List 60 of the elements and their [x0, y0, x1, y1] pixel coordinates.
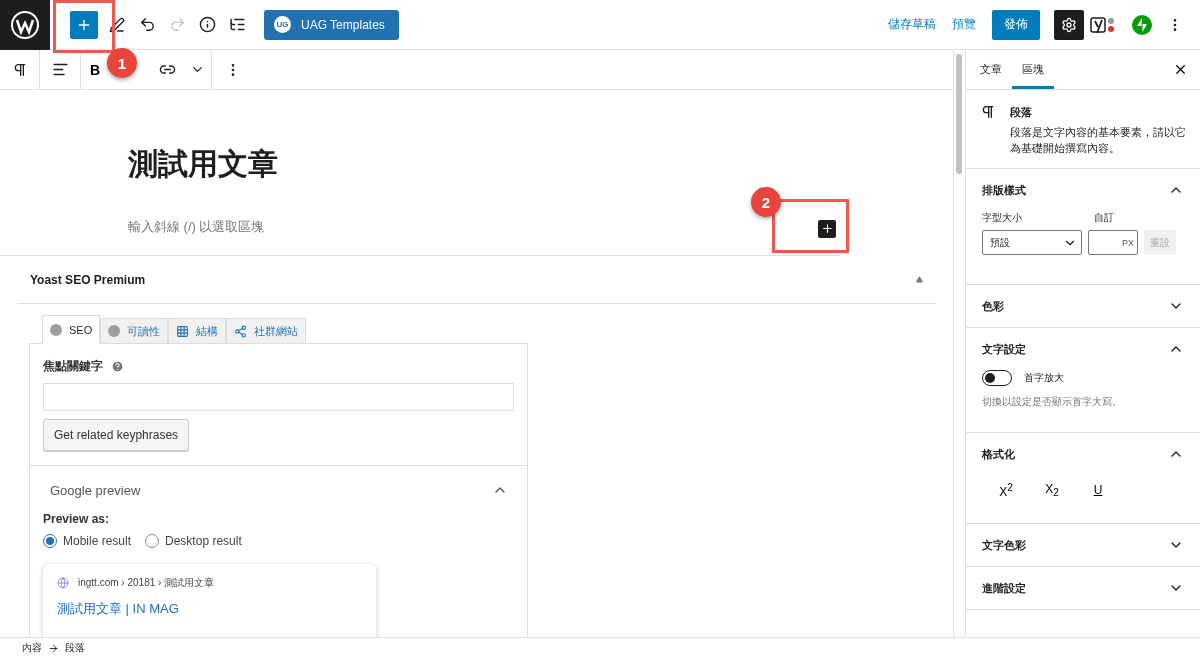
field-label: 自訂 [1094, 211, 1114, 225]
help-text: 切換以設定是否顯示首字大寫。 [982, 395, 1123, 409]
breadcrumb[interactable]: 段落 [65, 641, 85, 655]
section-header[interactable]: Google preview [43, 476, 514, 504]
radio-option[interactable]: Mobile result [43, 534, 132, 548]
step-number: 2 [751, 187, 781, 217]
format-button[interactable]: U [1078, 475, 1118, 505]
sidebar-tab[interactable]: 文章 [970, 50, 1012, 89]
custom-size-field[interactable]: PX [1088, 230, 1138, 255]
scrollbar-thumb[interactable] [956, 54, 962, 174]
field-label: 字型大小 [982, 211, 1023, 225]
settings-icon[interactable] [1054, 9, 1084, 40]
preview-button[interactable]: 預覽 [944, 16, 984, 33]
plus-icon [820, 222, 834, 235]
publish-button[interactable]: 發佈 [992, 9, 1040, 40]
field-label: 焦點關鍵字 [43, 358, 103, 375]
tab[interactable]: 社群網站 [226, 318, 307, 344]
panel-header[interactable]: 文字色彩 [966, 524, 1200, 566]
share-icon [234, 324, 248, 338]
bold-button[interactable]: B [87, 54, 103, 85]
panel-header[interactable]: 色彩 [966, 285, 1200, 327]
format-button[interactable]: X$^{2}$ [986, 475, 1026, 505]
radio-option[interactable]: Desktop result [145, 534, 242, 548]
panel-header[interactable]: 進階設定 [966, 567, 1200, 609]
toggle-switch[interactable] [982, 370, 1012, 386]
panel-header[interactable]: 排版樣式 [966, 169, 1200, 211]
plugin-icon[interactable] [1090, 14, 1116, 35]
post-title[interactable]: 測試用文章 [0, 90, 953, 184]
paragraph-icon [980, 104, 996, 120]
block-description: 段落是文字內容的基本要素，請以它為基礎開始撰寫內容。 [1010, 125, 1187, 156]
globe-icon [57, 577, 69, 589]
panel-header[interactable]: 文字設定 [966, 328, 1200, 370]
step-number: 1 [107, 48, 137, 78]
preview-label: Preview as: [43, 512, 111, 526]
logo-icon[interactable] [0, 0, 50, 50]
font-size-select[interactable]: 預設 [982, 230, 1082, 255]
keyphrase-field[interactable] [43, 383, 514, 411]
help-icon[interactable] [111, 360, 124, 373]
breadcrumb[interactable]: 內容 [22, 641, 42, 655]
format-button[interactable]: X$_{2}$ [1032, 475, 1072, 505]
bolt-icon[interactable] [1132, 14, 1152, 35]
snippet-url: ingtt.com › 20181 › 測試用文章 [78, 576, 215, 590]
add-block-button[interactable] [818, 219, 836, 238]
save-draft-button[interactable]: 儲存草稿 [880, 16, 944, 33]
tab[interactable]: 結構 [168, 318, 227, 344]
arrow-icon [48, 642, 59, 654]
snippet-title[interactable]: 測試用文章 | IN MAG [57, 600, 362, 618]
sidebar-tab[interactable]: 區塊 [1012, 50, 1054, 89]
status-dot-icon [108, 325, 121, 337]
related-keyphrases-button[interactable]: Get related keyphrases [43, 419, 190, 451]
grid-icon [176, 324, 190, 338]
tab[interactable]: SEO [42, 315, 101, 344]
tab[interactable]: 可讀性 [100, 318, 169, 344]
status-dot-icon [50, 323, 62, 336]
toggle-label: 首字放大 [1024, 371, 1064, 385]
panel-header[interactable]: 格式化 [966, 433, 1200, 475]
templates-button[interactable]: UG UAG Templates [264, 9, 399, 40]
block-name: 段落 [1010, 105, 1033, 120]
highlight-frame [53, 0, 115, 53]
block-placeholder[interactable]: 輸入斜線 (/) 以選取區塊 [128, 217, 265, 236]
